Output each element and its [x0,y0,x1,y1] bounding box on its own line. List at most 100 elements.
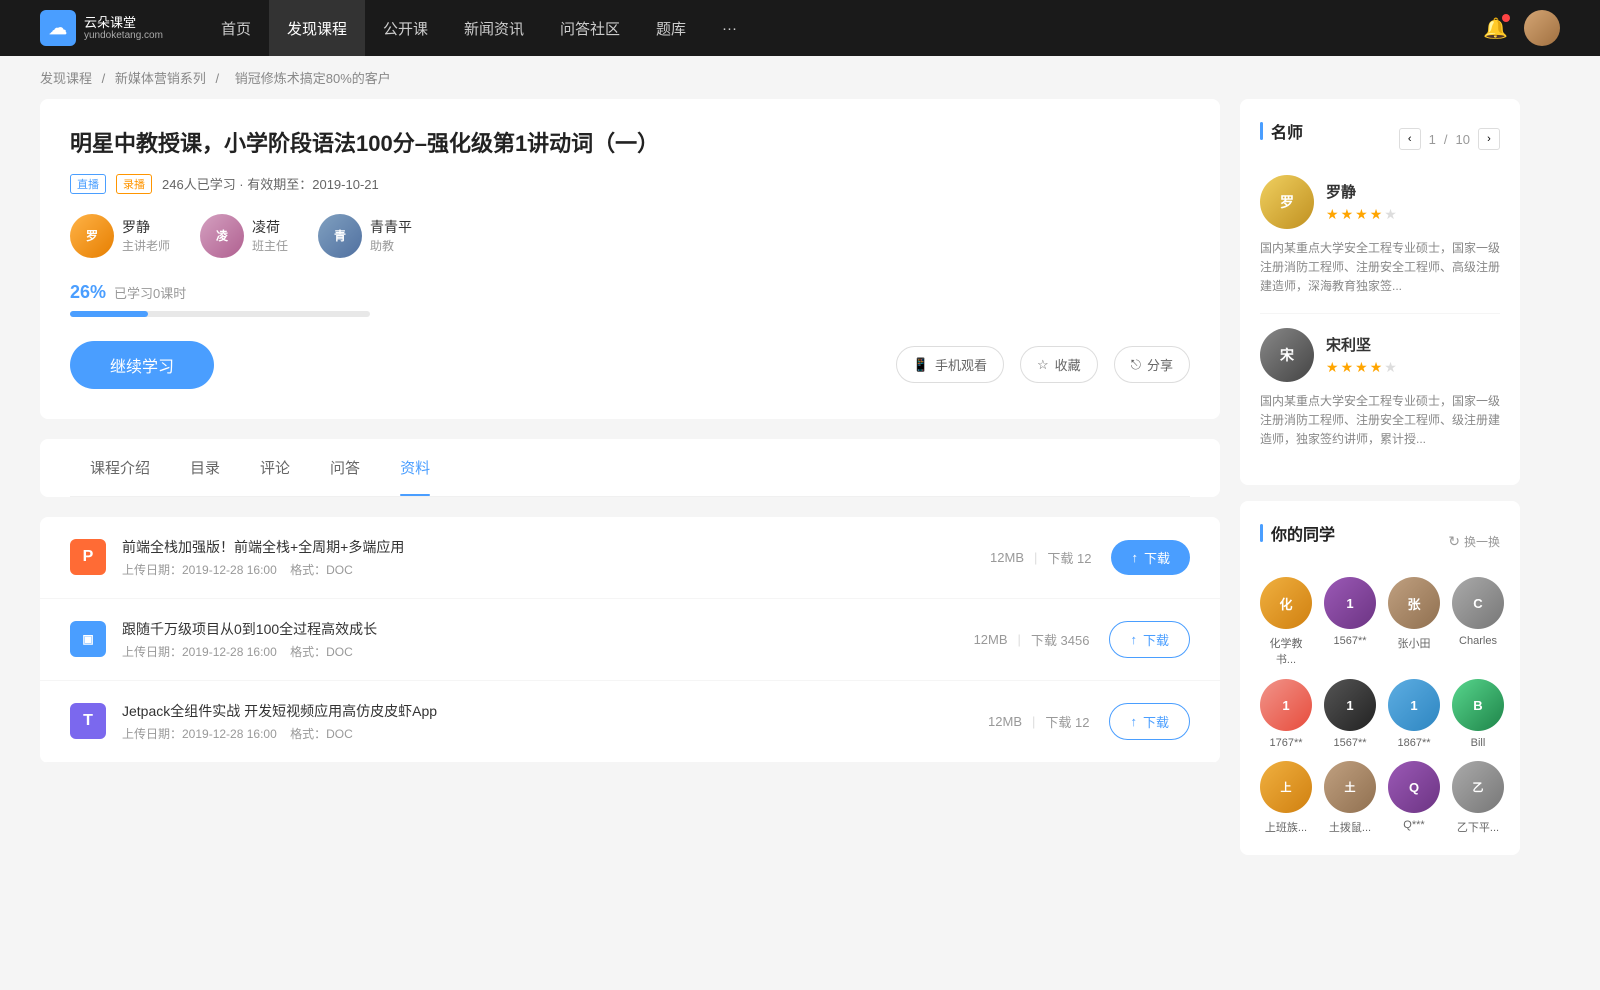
classmate-2-avatar[interactable]: 1 [1324,577,1376,629]
classmate-4-name: Charles [1459,635,1497,647]
classmate-9-avatar[interactable]: 上 [1260,761,1312,813]
download-icon-1: ↑ [1131,550,1138,565]
download-button-1[interactable]: ↑ 下载 [1111,540,1190,575]
sidebar: 名师 ‹ 1 / 10 › 罗 罗静 [1240,99,1520,871]
sidebar-teacher-2-stars: ★ ★ ★ ★ ★ [1326,359,1397,376]
classmate-4-avatar[interactable]: C [1452,577,1504,629]
classmate-5-avatar[interactable]: 1 [1260,679,1312,731]
collect-button[interactable]: ☆ 收藏 [1020,346,1098,383]
classmate-4: C Charles [1452,577,1504,667]
resource-info-2: 跟随千万级项目从0到100全过程高效成长 上传日期：2019-12-28 16:… [122,619,974,660]
course-card: 明星中教授课，小学阶段语法100分–强化级第1讲动词（一） 直播 录播 246人… [40,99,1220,419]
nav-quiz[interactable]: 题库 [638,0,704,56]
nav-opencourse[interactable]: 公开课 [365,0,446,56]
teacher-2-avatar: 凌 [200,214,244,258]
classmates-grid: 化 化学教书... 1 1567** 张 张小田 [1260,577,1500,835]
share-button[interactable]: ⎋ 分享 [1114,346,1190,383]
nav-discover[interactable]: 发现课程 [269,0,365,56]
resource-meta-1: 上传日期：2019-12-28 16:00 格式：DOC [122,561,990,578]
classmate-8: B Bill [1452,679,1504,749]
teacher-3-avatar: 青 [318,214,362,258]
tab-catalog[interactable]: 目录 [170,439,240,496]
breadcrumb-current: 销冠修炼术搞定80%的客户 [235,71,391,86]
resource-item-3: T Jetpack全组件实战 开发短视频应用高仿皮皮虾App 上传日期：2019… [40,681,1220,763]
classmate-5: 1 1767** [1260,679,1312,749]
main-layout: 明星中教授课，小学阶段语法100分–强化级第1讲动词（一） 直播 录播 246人… [0,99,1560,911]
nav-qa[interactable]: 问答社区 [542,0,638,56]
classmate-8-avatar[interactable]: B [1452,679,1504,731]
course-teachers: 罗 罗静 主讲老师 凌 凌荷 班主任 [70,214,1190,258]
breadcrumb: 发现课程 / 新媒体营销系列 / 销冠修炼术搞定80%的客户 [0,56,1600,99]
logo-text: 云朵课堂 yundoketang.com [84,15,163,42]
teacher-1: 罗 罗静 主讲老师 [70,214,170,258]
sidebar-teacher-1-avatar: 罗 [1260,175,1314,229]
classmate-6-avatar[interactable]: 1 [1324,679,1376,731]
progress-bar-fill [70,311,148,317]
teacher-1-name: 罗静 [122,217,170,237]
badge-live: 直播 [70,174,106,194]
resource-meta-2: 上传日期：2019-12-28 16:00 格式：DOC [122,643,974,660]
badge-record: 录播 [116,174,152,194]
course-title: 明星中教授课，小学阶段语法100分–强化级第1讲动词（一） [70,129,1190,160]
page-current: 1 [1429,132,1436,147]
action-buttons: 📱 手机观看 ☆ 收藏 ⎋ 分享 [896,346,1190,383]
tab-intro[interactable]: 课程介绍 [70,439,170,496]
refresh-icon: ↻ [1448,533,1460,550]
nav-more[interactable]: ··· [704,0,755,56]
share-icon: ⎋ [1131,357,1141,373]
resource-info-1: 前端全栈加强版！前端全栈+全周期+多端应用 上传日期：2019-12-28 16… [122,537,990,578]
classmate-1-avatar[interactable]: 化 [1260,577,1312,629]
classmate-10-name: 土拨鼠... [1329,819,1371,835]
refresh-classmates-button[interactable]: ↻ 换一换 [1448,533,1500,550]
nav-home[interactable]: 首页 [203,0,269,56]
phone-watch-button[interactable]: 📱 手机观看 [896,346,1004,383]
breadcrumb-discover[interactable]: 发现课程 [40,71,92,86]
continue-button[interactable]: 继续学习 [70,341,214,389]
sidebar-teacher-2-name: 宋利坚 [1326,334,1397,355]
classmate-2: 1 1567** [1324,577,1376,667]
classmate-12-avatar[interactable]: 乙 [1452,761,1504,813]
course-meta-text: 246人已学习 · 有效期至：2019-10-21 [162,174,379,193]
download-button-2[interactable]: ↑ 下载 [1109,621,1190,658]
progress-percent: 26% [70,282,106,303]
sidebar-teachers-header: 名师 ‹ 1 / 10 › [1260,119,1500,159]
logo[interactable]: ☁ 云朵课堂 yundoketang.com [40,10,163,46]
sidebar-teachers-card: 名师 ‹ 1 / 10 › 罗 罗静 [1240,99,1520,485]
teacher-divider [1260,313,1500,314]
sidebar-teacher-1-stars: ★ ★ ★ ★ ★ [1326,206,1397,223]
nav-news[interactable]: 新闻资讯 [446,0,542,56]
classmate-3-name: 张小田 [1398,635,1431,651]
teacher-next-button[interactable]: › [1478,128,1500,150]
classmate-10-avatar[interactable]: 土 [1324,761,1376,813]
classmate-3: 张 张小田 [1388,577,1440,667]
page-total: 10 [1456,132,1470,147]
tab-review[interactable]: 评论 [240,439,310,496]
sidebar-teacher-2: 宋 宋利坚 ★ ★ ★ ★ ★ 国内某重点大学安全工程专业硕士，国家一级注册消防… [1260,328,1500,450]
tab-qa[interactable]: 问答 [310,439,380,496]
user-avatar[interactable] [1524,10,1560,46]
phone-icon: 📱 [913,357,929,373]
classmate-11-avatar[interactable]: Q [1388,761,1440,813]
classmate-1-name: 化学教书... [1260,635,1312,667]
resource-info-3: Jetpack全组件实战 开发短视频应用高仿皮皮虾App 上传日期：2019-1… [122,701,988,742]
classmate-3-avatar[interactable]: 张 [1388,577,1440,629]
notification-bell[interactable]: 🔔 [1483,16,1508,41]
download-button-3[interactable]: ↑ 下载 [1109,703,1190,740]
teacher-prev-button[interactable]: ‹ [1399,128,1421,150]
sidebar-teacher-2-avatar: 宋 [1260,328,1314,382]
classmate-7-avatar[interactable]: 1 [1388,679,1440,731]
progress-desc: 已学习0课时 [114,283,186,302]
download-icon-2: ↑ [1130,632,1137,647]
star-icon: ☆ [1037,357,1049,373]
course-meta: 直播 录播 246人已学习 · 有效期至：2019-10-21 [70,174,1190,194]
breadcrumb-series[interactable]: 新媒体营销系列 [115,71,206,86]
content-area: 明星中教授课，小学阶段语法100分–强化级第1讲动词（一） 直播 录播 246人… [40,99,1220,871]
download-icon-3: ↑ [1130,714,1137,729]
navigation: ☁ 云朵课堂 yundoketang.com 首页 发现课程 公开课 新闻资讯 … [0,0,1600,56]
resource-title-2: 跟随千万级项目从0到100全过程高效成长 [122,619,974,639]
resource-stats-2: 12MB | 下载 3456 [974,630,1090,649]
resource-title-1: 前端全栈加强版！前端全栈+全周期+多端应用 [122,537,990,557]
sidebar-teacher-nav: ‹ 1 / 10 › [1399,128,1500,150]
tab-resources[interactable]: 资料 [380,439,450,496]
sidebar-classmates-header: 你的同学 ↻ 换一换 [1260,521,1500,561]
